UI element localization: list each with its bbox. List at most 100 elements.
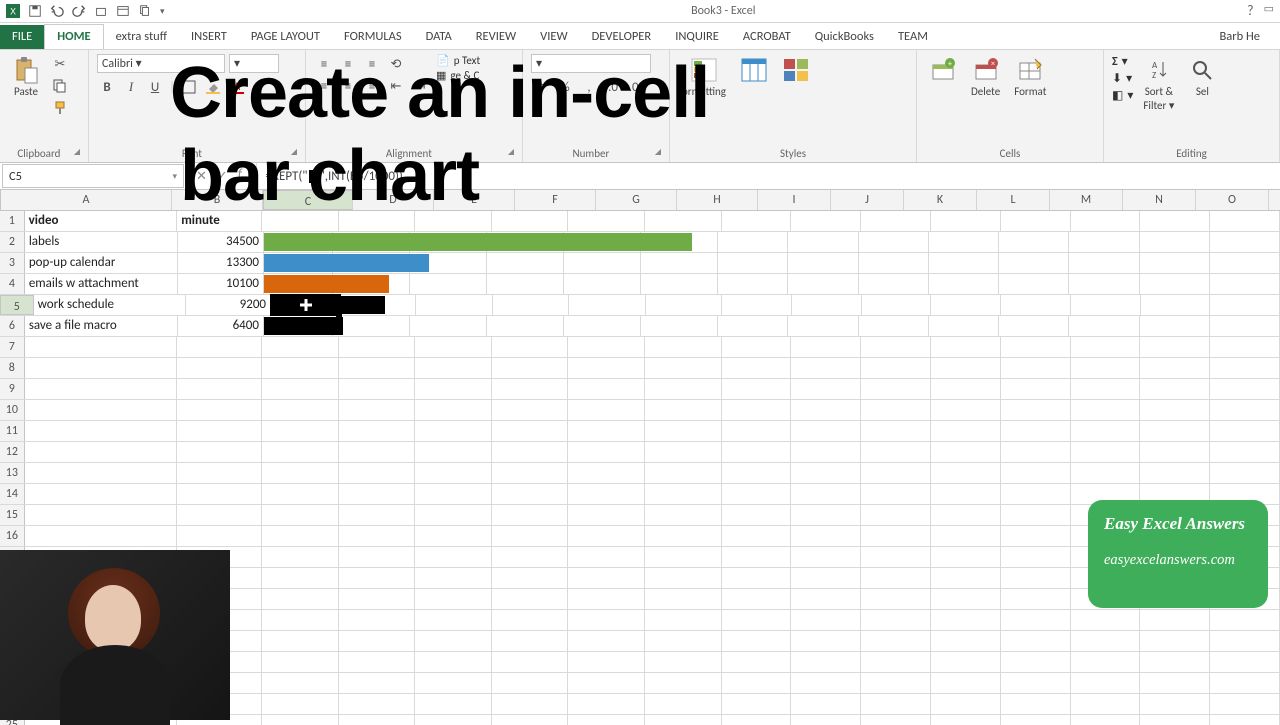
cell[interactable] — [339, 673, 416, 693]
cell[interactable] — [177, 463, 262, 483]
cell[interactable] — [722, 505, 792, 525]
cell[interactable] — [645, 526, 722, 546]
copy-icon[interactable] — [50, 76, 70, 96]
cell[interactable] — [1001, 652, 1071, 672]
cell[interactable] — [646, 295, 723, 315]
cell[interactable] — [339, 568, 416, 588]
cell[interactable] — [177, 526, 262, 546]
cell[interactable] — [931, 631, 1001, 651]
row-header[interactable]: 14 — [0, 484, 25, 504]
cell[interactable] — [1071, 463, 1141, 483]
cell[interactable] — [1071, 211, 1141, 231]
cell[interactable] — [415, 631, 492, 651]
cell[interactable] — [1140, 673, 1210, 693]
cell[interactable] — [492, 610, 569, 630]
cell[interactable] — [931, 505, 1001, 525]
cell[interactable] — [339, 421, 416, 441]
cell[interactable] — [1001, 673, 1071, 693]
cell[interactable] — [861, 484, 931, 504]
cell[interactable] — [645, 400, 722, 420]
cell[interactable] — [722, 463, 792, 483]
indent-inc-icon[interactable]: ⇥ — [410, 76, 430, 96]
cell[interactable] — [339, 694, 416, 714]
align-bottom-icon[interactable]: ≡ — [362, 54, 382, 74]
cell[interactable] — [791, 505, 861, 525]
col-header-L[interactable]: L — [977, 190, 1050, 210]
cell[interactable] — [1140, 232, 1210, 252]
cell[interactable] — [722, 442, 792, 462]
cell[interactable] — [645, 715, 722, 725]
col-header-D[interactable]: D — [353, 190, 434, 210]
align-right-icon[interactable]: ≡ — [362, 76, 382, 96]
cell[interactable] — [931, 610, 1001, 630]
cell[interactable] — [1140, 337, 1210, 357]
cell[interactable] — [861, 463, 931, 483]
row-header[interactable]: 6 — [0, 316, 25, 336]
cell[interactable] — [861, 400, 931, 420]
cell[interactable]: labels — [25, 232, 179, 252]
cell[interactable] — [262, 484, 339, 504]
col-header-K[interactable]: K — [904, 190, 977, 210]
tab-review[interactable]: REVIEW — [464, 25, 528, 49]
dec-decimal-icon[interactable]: .00 — [627, 77, 647, 97]
cell[interactable] — [264, 232, 333, 252]
cell[interactable] — [415, 652, 492, 672]
cell[interactable] — [264, 274, 333, 294]
cell[interactable] — [568, 652, 645, 672]
col-header-C[interactable]: C — [263, 190, 353, 210]
cut-icon[interactable]: ✂ — [50, 54, 70, 74]
cell[interactable] — [492, 715, 569, 725]
col-header-I[interactable]: I — [758, 190, 831, 210]
cell[interactable] — [1071, 673, 1141, 693]
cell[interactable] — [1210, 295, 1280, 315]
accept-formula-icon[interactable]: ✓ — [217, 169, 228, 184]
cell[interactable] — [1210, 211, 1280, 231]
cell[interactable] — [568, 337, 645, 357]
cell[interactable] — [792, 295, 862, 315]
cell[interactable] — [1071, 610, 1141, 630]
format-painter-icon[interactable] — [50, 98, 70, 118]
cell[interactable] — [492, 505, 569, 525]
fill-handle[interactable] — [336, 312, 342, 318]
row-header[interactable]: 9 — [0, 379, 25, 399]
find-select-button[interactable]: Sel — [1184, 54, 1220, 100]
row-header[interactable]: 12 — [0, 442, 25, 462]
cell[interactable] — [861, 694, 931, 714]
cell[interactable] — [415, 442, 492, 462]
cell[interactable] — [415, 715, 492, 725]
cell[interactable] — [25, 379, 178, 399]
cell[interactable] — [262, 673, 339, 693]
dialog-launcher-icon[interactable]: ◢ — [291, 147, 297, 157]
tab-view[interactable]: VIEW — [528, 25, 579, 49]
cell[interactable] — [722, 589, 792, 609]
cell[interactable] — [262, 694, 339, 714]
cell[interactable] — [722, 421, 792, 441]
cell[interactable] — [722, 358, 792, 378]
cell[interactable] — [791, 589, 861, 609]
cell[interactable] — [492, 526, 569, 546]
cell[interactable] — [791, 211, 861, 231]
cell[interactable] — [722, 526, 792, 546]
cell[interactable] — [861, 673, 931, 693]
col-header-G[interactable]: G — [596, 190, 677, 210]
cell[interactable] — [415, 505, 492, 525]
cell[interactable] — [177, 400, 262, 420]
cell[interactable] — [1210, 463, 1280, 483]
cell[interactable] — [718, 232, 788, 252]
dialog-launcher-icon[interactable]: ◢ — [74, 147, 80, 157]
cell[interactable] — [1210, 631, 1280, 651]
tab-quickbooks[interactable]: QuickBooks — [803, 25, 886, 49]
cell[interactable] — [415, 694, 492, 714]
cell[interactable]: emails w attachment — [25, 274, 179, 294]
cell[interactable] — [1071, 295, 1141, 315]
cell[interactable] — [1140, 211, 1210, 231]
cell[interactable] — [492, 379, 569, 399]
cell[interactable] — [1140, 316, 1210, 336]
cell[interactable] — [177, 379, 262, 399]
cell[interactable] — [1140, 400, 1210, 420]
cell[interactable] — [339, 652, 416, 672]
cell[interactable] — [861, 610, 931, 630]
cell[interactable] — [493, 295, 570, 315]
cell[interactable] — [568, 379, 645, 399]
cell[interactable] — [1210, 232, 1280, 252]
